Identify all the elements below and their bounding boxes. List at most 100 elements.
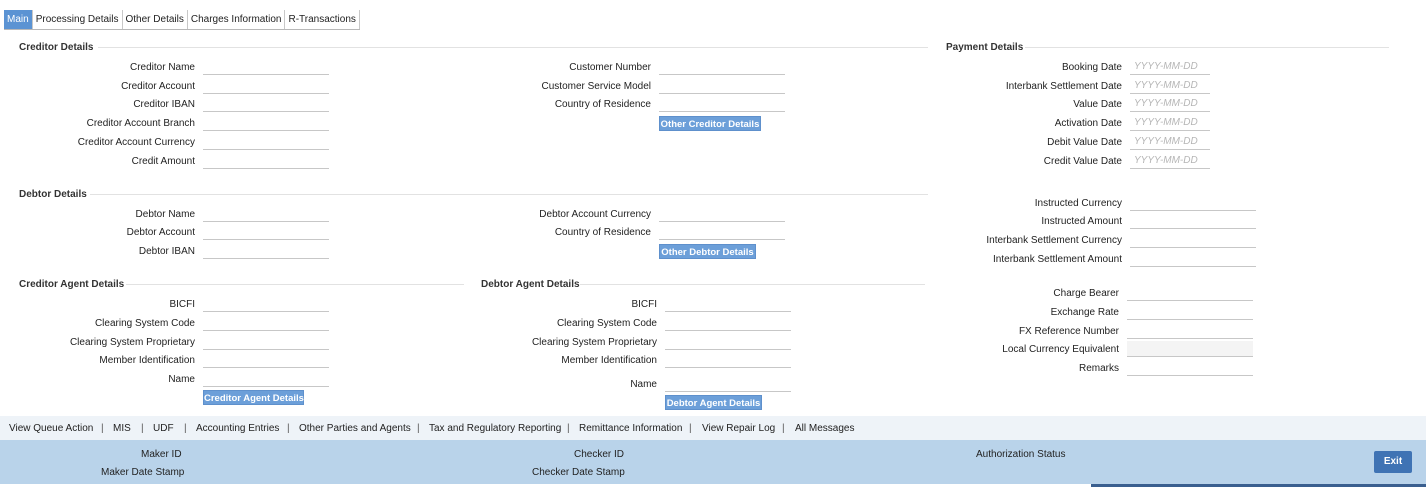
tab-main[interactable]: Main bbox=[4, 10, 33, 29]
creditor-account-currency-label: Creditor Account Currency bbox=[77, 137, 195, 148]
creditor-agent-member-identification-label: Member Identification bbox=[99, 355, 195, 366]
remittance-information-link[interactable]: Remittance Information bbox=[579, 423, 682, 434]
creditor-account-branch-label: Creditor Account Branch bbox=[86, 118, 195, 129]
debtor-agent-details-header: Debtor Agent Details bbox=[481, 279, 580, 290]
credit-amount-label: Credit Amount bbox=[131, 156, 195, 167]
customer-number-field[interactable] bbox=[659, 59, 785, 75]
link-separator: | bbox=[689, 423, 692, 434]
exit-button[interactable]: Exit bbox=[1374, 451, 1412, 473]
interbank-settlement-date-field[interactable] bbox=[1130, 78, 1210, 94]
charge-bearer-field[interactable] bbox=[1127, 285, 1253, 301]
creditor-agent-bicfi-field[interactable] bbox=[203, 296, 329, 312]
debtor-agent-name-field[interactable] bbox=[665, 376, 791, 392]
authorization-status-label: Authorization Status bbox=[976, 449, 1066, 460]
creditor-details-header: Creditor Details bbox=[19, 42, 94, 53]
debit-value-date-label: Debit Value Date bbox=[1047, 137, 1122, 148]
debtor-agent-member-identification-field[interactable] bbox=[665, 352, 791, 368]
debtor-account-field[interactable] bbox=[203, 224, 329, 240]
other-creditor-details-button[interactable]: Other Creditor Details bbox=[659, 116, 761, 131]
debtor-agent-clearing-system-code-label: Clearing System Code bbox=[556, 318, 657, 329]
creditor-account-field[interactable] bbox=[203, 78, 329, 94]
debtor-account-currency-field[interactable] bbox=[659, 206, 785, 222]
exchange-rate-field[interactable] bbox=[1127, 304, 1253, 320]
udf-link[interactable]: UDF bbox=[153, 423, 174, 434]
value-date-label: Value Date bbox=[1073, 99, 1122, 110]
booking-date-label: Booking Date bbox=[1061, 62, 1122, 73]
debtor-agent-clearing-system-proprietary-label: Clearing System Proprietary bbox=[531, 337, 657, 348]
interbank-settlement-currency-field[interactable] bbox=[1130, 232, 1256, 248]
activation-date-label: Activation Date bbox=[1054, 118, 1122, 129]
creditor-agent-name-field[interactable] bbox=[203, 371, 329, 387]
customer-number-label: Customer Number bbox=[569, 62, 651, 73]
debtor-name-field[interactable] bbox=[203, 206, 329, 222]
remarks-field[interactable] bbox=[1127, 360, 1253, 376]
fx-reference-number-label: FX Reference Number bbox=[1018, 326, 1119, 337]
creditor-agent-member-identification-field[interactable] bbox=[203, 352, 329, 368]
creditor-agent-bicfi-label: BICFI bbox=[169, 299, 195, 310]
creditor-iban-label: Creditor IBAN bbox=[133, 99, 195, 110]
audit-footer bbox=[0, 440, 1426, 484]
debtor-agent-divider bbox=[580, 284, 925, 285]
creditor-agent-clearing-system-proprietary-label: Clearing System Proprietary bbox=[69, 337, 195, 348]
checker-id-label: Checker ID bbox=[574, 449, 625, 460]
instructed-amount-label: Instructed Amount bbox=[1041, 216, 1122, 227]
debtor-country-of-residence-field[interactable] bbox=[659, 224, 785, 240]
interbank-settlement-amount-label: Interbank Settlement Amount bbox=[993, 254, 1122, 265]
view-queue-action-link[interactable]: View Queue Action bbox=[9, 423, 93, 434]
payment-details-header: Payment Details bbox=[946, 42, 1024, 53]
tax-and-regulatory-reporting-link[interactable]: Tax and Regulatory Reporting bbox=[429, 423, 561, 434]
creditor-agent-details-header: Creditor Agent Details bbox=[19, 279, 125, 290]
debtor-agent-clearing-system-proprietary-field[interactable] bbox=[665, 334, 791, 350]
creditor-agent-details-button[interactable]: Creditor Agent Details bbox=[203, 390, 304, 405]
link-separator: | bbox=[184, 423, 187, 434]
debit-value-date-field[interactable] bbox=[1130, 134, 1210, 150]
value-date-field[interactable] bbox=[1130, 96, 1210, 112]
credit-value-date-field[interactable] bbox=[1130, 153, 1210, 169]
credit-amount-field[interactable] bbox=[203, 153, 329, 169]
accounting-entries-link[interactable]: Accounting Entries bbox=[196, 423, 279, 434]
link-separator: | bbox=[141, 423, 144, 434]
fx-reference-number-field[interactable] bbox=[1127, 323, 1253, 339]
tab-r-transactions[interactable]: R-Transactions bbox=[285, 10, 360, 29]
creditor-agent-clearing-system-code-field[interactable] bbox=[203, 315, 329, 331]
customer-service-model-field[interactable] bbox=[659, 78, 785, 94]
debtor-agent-details-button[interactable]: Debtor Agent Details bbox=[665, 395, 762, 410]
creditor-account-label: Creditor Account bbox=[121, 81, 195, 92]
other-parties-and-agents-link[interactable]: Other Parties and Agents bbox=[299, 423, 411, 434]
creditor-country-of-residence-label: Country of Residence bbox=[554, 99, 651, 110]
creditor-name-field[interactable] bbox=[203, 59, 329, 75]
debtor-details-header: Debtor Details bbox=[19, 189, 87, 200]
all-messages-link[interactable]: All Messages bbox=[795, 423, 854, 434]
tab-other-details[interactable]: Other Details bbox=[123, 10, 188, 29]
link-separator: | bbox=[101, 423, 104, 434]
activation-date-field[interactable] bbox=[1130, 115, 1210, 131]
creditor-name-label: Creditor Name bbox=[129, 62, 195, 73]
local-currency-equivalent-field bbox=[1127, 341, 1253, 357]
creditor-details-divider bbox=[98, 47, 928, 48]
tab-charges-information[interactable]: Charges Information bbox=[188, 10, 286, 29]
creditor-agent-divider bbox=[126, 284, 464, 285]
creditor-iban-field[interactable] bbox=[203, 96, 329, 112]
debtor-agent-bicfi-field[interactable] bbox=[665, 296, 791, 312]
instructed-currency-field[interactable] bbox=[1130, 195, 1256, 211]
other-debtor-details-button[interactable]: Other Debtor Details bbox=[659, 244, 756, 259]
mis-link[interactable]: MIS bbox=[113, 423, 131, 434]
debtor-agent-clearing-system-code-field[interactable] bbox=[665, 315, 791, 331]
booking-date-field[interactable] bbox=[1130, 59, 1210, 75]
interbank-settlement-amount-field[interactable] bbox=[1130, 251, 1256, 267]
creditor-country-of-residence-field[interactable] bbox=[659, 96, 785, 112]
debtor-iban-field[interactable] bbox=[203, 243, 329, 259]
payment-details-divider bbox=[1025, 47, 1389, 48]
debtor-agent-bicfi-label: BICFI bbox=[631, 299, 657, 310]
remarks-label: Remarks bbox=[1078, 363, 1119, 374]
creditor-agent-clearing-system-proprietary-field[interactable] bbox=[203, 334, 329, 350]
view-repair-log-link[interactable]: View Repair Log bbox=[702, 423, 775, 434]
creditor-agent-clearing-system-code-label: Clearing System Code bbox=[94, 318, 195, 329]
instructed-amount-field[interactable] bbox=[1130, 213, 1256, 229]
credit-value-date-label: Credit Value Date bbox=[1043, 156, 1122, 167]
creditor-account-branch-field[interactable] bbox=[203, 115, 329, 131]
tab-processing-details[interactable]: Processing Details bbox=[33, 10, 123, 29]
creditor-account-currency-field[interactable] bbox=[203, 134, 329, 150]
instructed-currency-label: Instructed Currency bbox=[1034, 198, 1122, 209]
customer-service-model-label: Customer Service Model bbox=[541, 81, 651, 92]
